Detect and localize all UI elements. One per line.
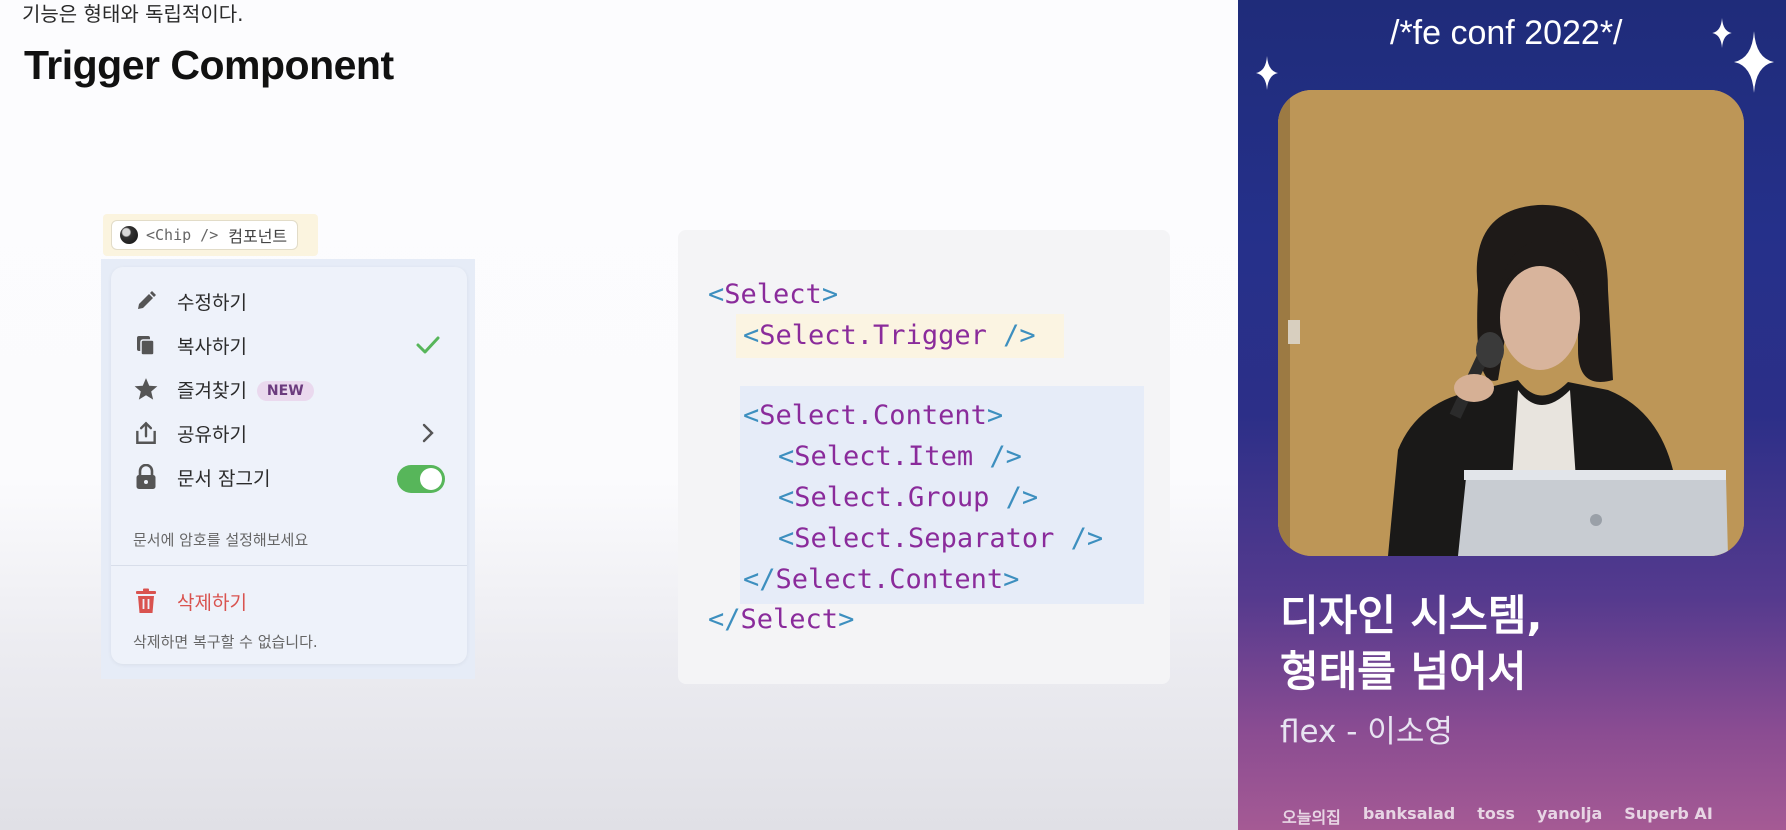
- menu-item-label: 문서 잠그기: [177, 467, 271, 490]
- menu-item-description: 삭제하면 복구할 수 없습니다.: [133, 633, 318, 651]
- sponsor-logo: yanolja: [1536, 804, 1603, 823]
- chip-code: <Chip />: [146, 226, 219, 244]
- slide: 기능은 형태와 독립적이다. Trigger Component <Chip /…: [0, 0, 1238, 830]
- lock-toggle[interactable]: [397, 465, 445, 493]
- speaker-photo: [1278, 90, 1744, 556]
- code-line: <Select.Item />: [778, 441, 1022, 472]
- dropdown-menu: 수정하기 복사하기 즐겨찾기 NEW 공유하기 문서 잠그기 문서에 암호를 설…: [111, 267, 467, 664]
- check-icon: [415, 333, 441, 361]
- billiard-ball-icon: [120, 226, 138, 244]
- sponsor-logo: toss: [1477, 804, 1515, 823]
- menu-item-label: 공유하기: [177, 423, 247, 446]
- code-line: </Select.Content>: [743, 564, 1020, 595]
- code-line: <Select.Group />: [778, 482, 1039, 513]
- code-line: <Select.Trigger />: [743, 320, 1036, 351]
- slide-title: Trigger Component: [24, 42, 394, 88]
- chip: <Chip /> 컴포넌트: [111, 220, 299, 250]
- chip-component-tag: <Chip /> 컴포넌트: [103, 214, 318, 256]
- menu-item-label: 즐겨찾기 NEW: [177, 376, 314, 403]
- new-badge: NEW: [256, 381, 314, 401]
- trash-icon: [133, 588, 159, 614]
- conference-sidebar: /*fe conf 2022*/ 디자인 시스템, 형태를 넘어서 flex -…: [1238, 0, 1786, 830]
- menu-divider: [111, 565, 467, 566]
- speaker-name: flex - 이소영: [1280, 714, 1453, 750]
- menu-item-label: 삭제하기: [177, 591, 247, 614]
- talk-title-line: 디자인 시스템,: [1280, 591, 1543, 640]
- share-icon: [133, 420, 159, 446]
- lock-icon: [133, 464, 159, 490]
- menu-item-description: 문서에 암호를 설정해보세요: [133, 531, 309, 549]
- pencil-icon: [133, 288, 159, 314]
- talk-title-line: 형태를 넘어서: [1280, 647, 1527, 696]
- star-icon: [133, 376, 159, 402]
- copy-icon: [133, 332, 159, 358]
- sponsor-logo: Superb AI: [1624, 804, 1713, 823]
- sparkle-icon: [1712, 18, 1732, 52]
- menu-item-share[interactable]: 공유하기: [111, 413, 467, 453]
- menu-frame: 수정하기 복사하기 즐겨찾기 NEW 공유하기 문서 잠그기 문서에 암호를 설…: [101, 259, 475, 679]
- code-line: <Select.Content>: [743, 400, 1004, 431]
- menu-item-label: 복사하기: [177, 335, 247, 358]
- menu-item-label: 수정하기: [177, 291, 247, 314]
- menu-item-lock[interactable]: 문서 잠그기: [111, 457, 467, 497]
- talk-title: 디자인 시스템, 형태를 넘어서: [1280, 588, 1542, 700]
- code-line: <Select.Separator />: [778, 523, 1104, 554]
- sparkle-icon: [1734, 30, 1774, 98]
- chevron-right-icon: [421, 423, 435, 447]
- sponsor-list: 오늘의집 banksalad toss yanolja Superb AI: [1282, 804, 1713, 828]
- code-line: <Select>: [708, 279, 839, 310]
- conference-logo: /*fe conf 2022*/: [1390, 14, 1623, 52]
- menu-item-delete[interactable]: 삭제하기: [111, 581, 467, 621]
- code-line: </Select>: [708, 604, 855, 635]
- sponsor-logo: 오늘의집: [1282, 808, 1341, 827]
- sponsor-logo: banksalad: [1362, 804, 1456, 823]
- chip-label: 컴포넌트: [228, 227, 288, 246]
- menu-item-favorite[interactable]: 즐겨찾기 NEW: [111, 369, 467, 409]
- menu-item-edit[interactable]: 수정하기: [111, 281, 467, 321]
- menu-item-copy[interactable]: 복사하기: [111, 325, 467, 365]
- slide-subtitle: 기능은 형태와 독립적이다.: [22, 2, 244, 26]
- sparkle-icon: [1256, 56, 1278, 94]
